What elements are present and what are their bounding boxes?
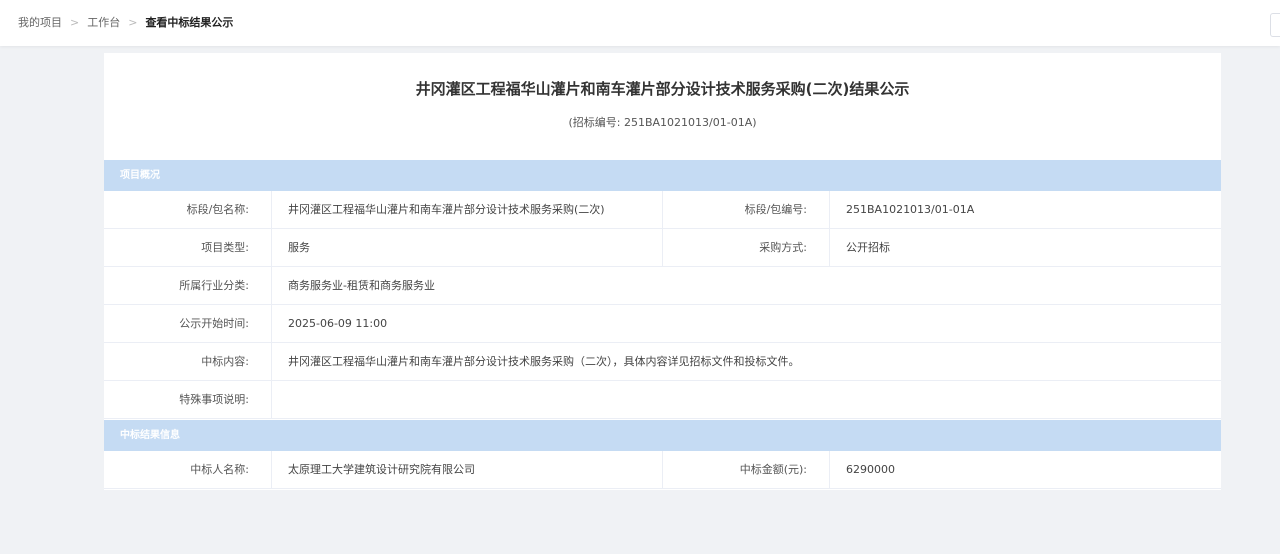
table-row: 特殊事项说明: bbox=[104, 381, 1221, 419]
procurement-method-label: 采购方式: bbox=[663, 229, 830, 266]
breadcrumb-current-page: 查看中标结果公示 bbox=[145, 16, 234, 29]
table-row: 中标内容: 井冈灌区工程福华山灌片和南车灌片部分设计技术服务采购（二次），具体内… bbox=[104, 343, 1221, 381]
breadcrumb: 我的项目 > 工作台 > 查看中标结果公示 bbox=[18, 15, 233, 31]
industry-label: 所属行业分类: bbox=[104, 267, 272, 304]
start-time-value: 2025-06-09 11:00 bbox=[288, 317, 388, 330]
section-header-result: 中标结果信息 bbox=[104, 420, 1221, 451]
tender-number: (招标编号: 251BA1021013/01-01A) bbox=[568, 116, 757, 129]
breadcrumb-separator-icon: > bbox=[70, 16, 80, 29]
award-content-value: 井冈灌区工程福华山灌片和南车灌片部分设计技术服务采购（二次），具体内容详见招标文… bbox=[288, 355, 800, 368]
page-title: 井冈灌区工程福华山灌片和南车灌片部分设计技术服务采购(二次)结果公示 bbox=[415, 80, 910, 98]
award-content-label: 中标内容: bbox=[104, 343, 272, 380]
package-number-label: 标段/包编号: bbox=[663, 191, 830, 228]
table-row: 公示开始时间: 2025-06-09 11:00 bbox=[104, 305, 1221, 343]
breadcrumb-workbench[interactable]: 工作台 bbox=[87, 15, 120, 31]
package-name-label: 标段/包名称: bbox=[104, 191, 272, 228]
result-announcement-card: 井冈灌区工程福华山灌片和南车灌片部分设计技术服务采购(二次)结果公示 (招标编号… bbox=[104, 53, 1221, 490]
breadcrumb-my-projects[interactable]: 我的项目 bbox=[18, 15, 62, 31]
section-header-overview: 项目概况 bbox=[104, 160, 1221, 191]
project-type-value: 服务 bbox=[272, 229, 663, 266]
special-notes-value bbox=[272, 381, 1221, 418]
package-number-value: 251BA1021013/01-01A bbox=[846, 203, 975, 216]
winner-name-value: 太原理工大学建筑设计研究院有限公司 bbox=[272, 451, 663, 488]
table-row: 中标人名称: 太原理工大学建筑设计研究院有限公司 中标金额(元): 629000… bbox=[104, 451, 1221, 489]
industry-value: 商务服务业-租赁和商务服务业 bbox=[288, 279, 435, 292]
award-amount-label: 中标金额(元): bbox=[663, 451, 830, 488]
breadcrumb-separator-icon: > bbox=[128, 16, 138, 29]
right-edge-button[interactable] bbox=[1270, 13, 1280, 37]
table-row: 标段/包名称: 井冈灌区工程福华山灌片和南车灌片部分设计技术服务采购(二次) 标… bbox=[104, 191, 1221, 229]
table-row: 所属行业分类: 商务服务业-租赁和商务服务业 bbox=[104, 267, 1221, 305]
special-notes-label: 特殊事项说明: bbox=[104, 381, 272, 418]
procurement-method-value: 公开招标 bbox=[846, 241, 890, 254]
top-bar: 我的项目 > 工作台 > 查看中标结果公示 bbox=[0, 0, 1280, 46]
start-time-label: 公示开始时间: bbox=[104, 305, 272, 342]
package-name-value: 井冈灌区工程福华山灌片和南车灌片部分设计技术服务采购(二次) bbox=[272, 191, 663, 228]
award-amount-value: 6290000 bbox=[846, 463, 895, 476]
table-row: 项目类型: 服务 采购方式: 公开招标 bbox=[104, 229, 1221, 267]
project-type-label: 项目类型: bbox=[104, 229, 272, 266]
winner-name-label: 中标人名称: bbox=[104, 451, 272, 488]
